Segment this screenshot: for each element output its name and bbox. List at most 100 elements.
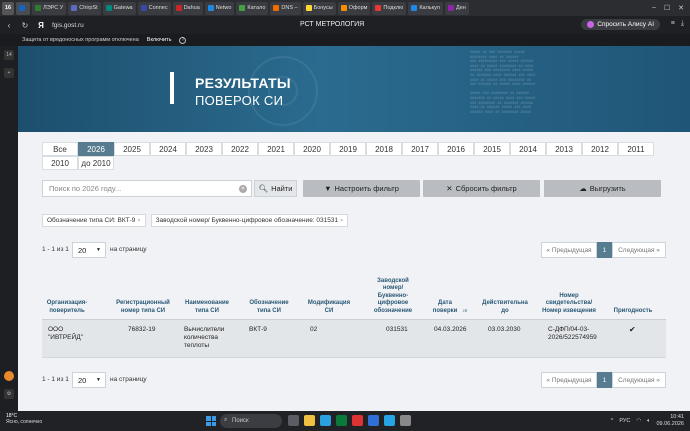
year-tab[interactable]: до 2010 <box>78 156 114 170</box>
col-type-name[interactable]: Наименование типа СИ <box>182 300 232 315</box>
browser-tab[interactable]: Gatewa <box>102 1 136 15</box>
configure-filter-button[interactable]: ▼ Настроить фильтр <box>303 180 420 197</box>
per-page-select[interactable]: 20 ▼ <box>72 372 106 388</box>
file-explorer-icon[interactable] <box>304 415 315 426</box>
col-modification[interactable]: Модификация СИ <box>306 300 352 315</box>
page-1-button[interactable]: 1 <box>597 372 612 388</box>
find-button[interactable]: 🔍︎ Найти <box>254 180 297 197</box>
browser-tab[interactable]: ChirpSt <box>68 1 101 15</box>
weather-widget[interactable]: 18°C Ясно, солнечно <box>6 413 42 425</box>
browser-tab[interactable]: Connec <box>137 1 171 15</box>
start-icon[interactable] <box>206 416 216 426</box>
task-view-icon[interactable] <box>288 415 299 426</box>
excel-icon[interactable] <box>336 415 347 426</box>
year-tab[interactable]: 2016 <box>438 142 474 156</box>
wifi-icon[interactable]: ◠ <box>636 418 641 424</box>
year-tab[interactable]: Все <box>42 142 78 156</box>
clear-icon[interactable]: ✕ <box>239 185 247 193</box>
year-tab[interactable]: 2017 <box>402 142 438 156</box>
filter-chip[interactable]: Обозначение типа СИ: ВКТ-9 × <box>42 214 146 227</box>
next-page-button[interactable]: Следующая » <box>612 242 666 258</box>
tab-counter[interactable]: 16 <box>2 1 15 15</box>
maximize-icon[interactable]: ☐ <box>664 4 670 12</box>
clock[interactable]: 10:41 09.06.2026 <box>656 414 684 428</box>
reload-icon[interactable]: ↻ <box>20 21 30 30</box>
remove-filter-icon[interactable]: × <box>137 218 140 224</box>
page-1-button[interactable]: 1 <box>597 242 612 258</box>
year-tab[interactable]: 2022 <box>222 142 258 156</box>
table-row[interactable]: ООО "ИВТРЕЙД" 76832-19 Вычислители колич… <box>42 320 666 358</box>
tray-chevron-icon[interactable]: ^ <box>611 418 614 424</box>
word-icon[interactable] <box>368 415 379 426</box>
year-tab[interactable]: 2021 <box>258 142 294 156</box>
year-tab[interactable]: 2019 <box>330 142 366 156</box>
browser-tab[interactable]: Калькул <box>408 1 443 15</box>
alice-sidebar-icon[interactable] <box>4 371 14 381</box>
new-tab-icon[interactable]: + <box>4 68 14 78</box>
language-indicator[interactable]: РУС <box>619 418 630 424</box>
close-icon[interactable]: ✕ <box>678 4 684 12</box>
year-tab[interactable]: 2015 <box>474 142 510 156</box>
prev-page-button[interactable]: « Предыдущая <box>541 372 597 388</box>
settings-icon[interactable]: ⚙ <box>4 389 14 399</box>
prev-page-button[interactable]: « Предыдущая <box>541 242 597 258</box>
col-certificate[interactable]: Номер свидетельства/ Номер извещения <box>538 293 600 316</box>
col-verification-date[interactable]: Дата поверки <box>430 300 460 315</box>
browser-tab[interactable]: Dahua <box>172 1 203 15</box>
year-tab[interactable]: 2023 <box>186 142 222 156</box>
enable-protection-button[interactable]: Включить <box>147 37 172 43</box>
year-tab[interactable]: 2012 <box>582 142 618 156</box>
settings-app-icon[interactable] <box>400 415 411 426</box>
filter-chip[interactable]: Заводской номер/ Буквенно-цифровое обозн… <box>150 214 349 227</box>
taskbar-search[interactable]: ⌕ Поиск <box>220 414 282 428</box>
browser-tab[interactable]: Ден <box>444 1 469 15</box>
screen: 16 ЛЭРС У ChirpSt Gatewa Connec Dahua Netwo Ка… <box>0 0 690 431</box>
ask-alice-button[interactable]: Спросить Алису AI <box>581 19 660 30</box>
col-org[interactable]: Организация-поверитель <box>42 300 92 315</box>
year-tab[interactable]: 2024 <box>150 142 186 156</box>
remove-filter-icon[interactable]: × <box>340 218 343 224</box>
col-reg-number[interactable]: Регистрационный номер типа СИ <box>106 300 180 315</box>
help-icon[interactable]: ? <box>179 36 187 44</box>
year-tab[interactable]: 2026 <box>78 142 114 156</box>
telegram-icon[interactable] <box>384 415 395 426</box>
browser-tab[interactable]: Netwo <box>204 1 235 15</box>
year-tab[interactable]: 2010 <box>42 156 78 170</box>
col-type-designation[interactable]: Обозначение типа СИ <box>244 300 294 315</box>
year-tab[interactable]: 2018 <box>366 142 402 156</box>
year-tab[interactable]: 2025 <box>114 142 150 156</box>
edge-icon[interactable] <box>320 415 331 426</box>
browser-tab[interactable]: Оформ <box>337 1 371 15</box>
minimize-icon[interactable]: – <box>652 4 656 12</box>
year-tab[interactable]: 2020 <box>294 142 330 156</box>
yandex-browser-icon[interactable] <box>352 415 363 426</box>
next-page-button[interactable]: Следующая » <box>612 372 666 388</box>
tabs-counter-icon[interactable]: 14 <box>4 50 14 60</box>
browser-tab[interactable]: DNS – <box>270 1 301 15</box>
clock-time: 10:41 <box>670 414 684 420</box>
volume-icon[interactable]: 🔈︎ <box>647 418 650 425</box>
sort-desc-icon[interactable]: ↓≡ <box>462 308 467 314</box>
browser-tab[interactable]: Бонусы <box>302 1 336 15</box>
search-input[interactable]: Поиск по 2026 году... ✕ <box>42 180 252 197</box>
browser-tab[interactable]: Подклю <box>372 1 407 15</box>
url-field[interactable]: fgis.gost.ru <box>52 22 84 29</box>
per-page-select[interactable]: 20 ▼ <box>72 242 106 258</box>
year-tab[interactable]: 2011 <box>618 142 654 156</box>
col-serial[interactable]: Заводской номер/ Буквенно-цифровое обозн… <box>370 278 416 316</box>
browser-tab[interactable]: Катало <box>236 1 269 15</box>
export-button[interactable]: ☁ Выгрузить <box>544 180 661 197</box>
results-table-header: Организация-поверитель Регистрационный н… <box>42 270 666 320</box>
reset-filter-button[interactable]: ✕ Сбросить фильтр <box>423 180 540 197</box>
col-valid-until[interactable]: Действительна до <box>478 300 532 315</box>
year-tab[interactable]: 2014 <box>510 142 546 156</box>
back-icon[interactable]: ‹ <box>4 21 14 30</box>
col-suitable[interactable]: Пригодность <box>608 308 658 316</box>
browser-tab[interactable] <box>16 1 31 15</box>
browser-tab[interactable]: ЛЭРС У <box>32 1 67 15</box>
yandex-icon[interactable]: Я <box>36 21 46 30</box>
download-icon[interactable]: ⤓ <box>681 20 684 28</box>
tab-favicon-icon <box>105 5 112 11</box>
year-tab[interactable]: 2013 <box>546 142 582 156</box>
menu-icon[interactable]: ≡ <box>671 20 675 28</box>
